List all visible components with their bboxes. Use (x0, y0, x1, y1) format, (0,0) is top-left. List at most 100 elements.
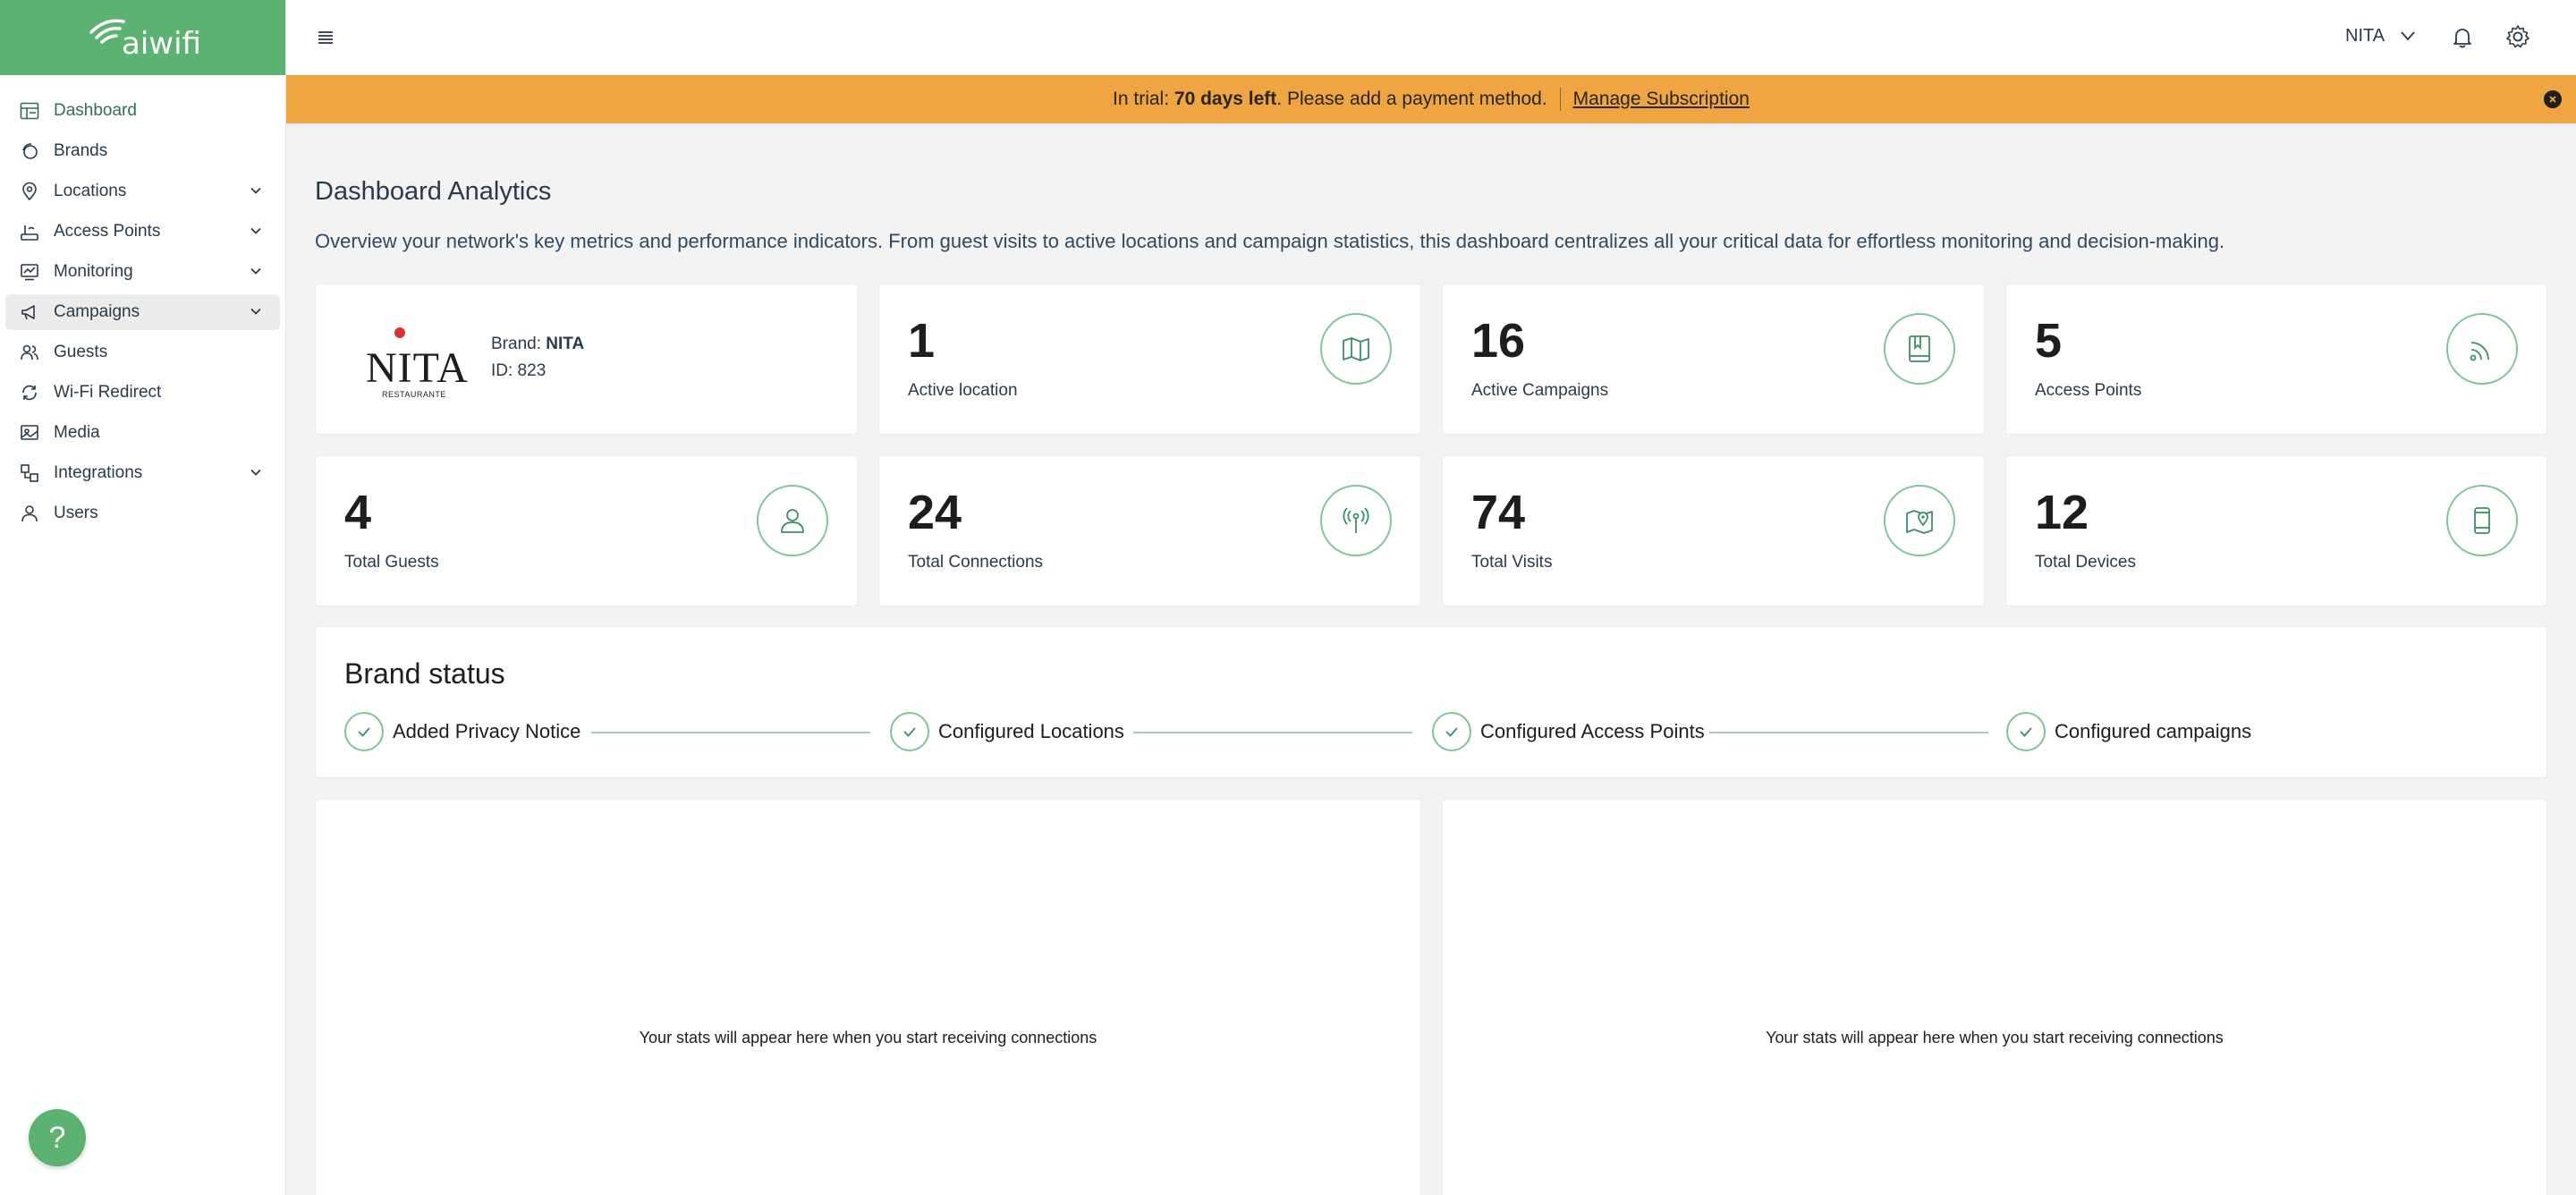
redirect-icon (18, 381, 41, 404)
sidebar-item-label: Guests (54, 343, 108, 361)
stat-value: 5 (2035, 314, 2063, 368)
wifi-signal-icon (2446, 313, 2518, 385)
sidebar-item-locations[interactable]: Locations (5, 174, 280, 209)
sidebar-item-brands[interactable]: Brands (5, 133, 280, 169)
sidebar-item-campaigns[interactable]: Campaigns (5, 294, 280, 330)
sidebar-nav: Dashboard Brands Locations Access Points (0, 75, 285, 531)
logo-text: aiwifi (122, 26, 201, 62)
chevron-down-icon[interactable] (2399, 27, 2417, 49)
banner-suffix: . Please add a payment method. (1276, 89, 1547, 109)
sidebar-item-monitoring[interactable]: Monitoring (5, 254, 280, 290)
location-pin-icon (18, 180, 41, 203)
help-button[interactable]: ? (29, 1109, 86, 1166)
stat-label: Total Visits (1471, 553, 1553, 572)
chevron-down-icon[interactable] (250, 225, 262, 242)
sidebar-item-label: Campaigns (54, 302, 140, 321)
stat-card-active-location[interactable]: 1 Active location (878, 284, 1421, 435)
guest-icon (757, 485, 828, 556)
manage-subscription-link[interactable]: Manage Subscription (1573, 89, 1750, 110)
menu-icon[interactable] (315, 27, 336, 48)
stat-card-total-guests[interactable]: 4 Total Guests (315, 455, 858, 606)
logo[interactable]: aiwifi (0, 0, 285, 75)
page-description: Overview your network's key metrics and … (315, 230, 2225, 252)
stat-label: Access Points (2035, 381, 2142, 400)
sidebar-item-label: Users (54, 504, 98, 522)
chevron-down-icon[interactable] (250, 184, 262, 201)
stat-label: Total Devices (2035, 553, 2136, 572)
stat-value: 24 (908, 486, 962, 539)
check-icon (2006, 712, 2046, 751)
sidebar-item-wifi-redirect[interactable]: Wi-Fi Redirect (5, 375, 280, 411)
check-icon (890, 712, 929, 751)
brand-id: ID: 823 (491, 361, 547, 380)
map-icon (1320, 313, 1392, 385)
stat-card-total-visits[interactable]: 74 Total Visits (1442, 455, 1985, 606)
sidebar-item-label: Wi-Fi Redirect (54, 383, 162, 402)
status-step-access-points: Configured Access Points (1432, 712, 1705, 751)
bell-icon[interactable] (2449, 23, 2476, 55)
sidebar-item-label: Access Points (54, 222, 161, 241)
sidebar-item-label: Integrations (54, 463, 143, 482)
status-step-label: Configured Locations (938, 720, 1124, 742)
status-connector (591, 732, 870, 733)
banner-prefix: In trial: (1113, 89, 1174, 109)
sidebar-item-access-points[interactable]: Access Points (5, 214, 280, 250)
status-step-campaigns: Configured campaigns (2006, 712, 2251, 751)
gear-icon[interactable] (2504, 23, 2531, 55)
sidebar-item-users[interactable]: Users (5, 496, 280, 531)
stat-card-total-connections[interactable]: 24 Total Connections (878, 455, 1421, 606)
status-step-locations: Configured Locations (890, 712, 1124, 751)
stat-card-total-devices[interactable]: 12 Total Devices (2005, 455, 2547, 606)
phone-icon (2446, 485, 2518, 556)
dashboard-icon (18, 99, 41, 123)
user-icon (18, 502, 41, 525)
close-icon[interactable] (2544, 90, 2562, 108)
sidebar-item-integrations[interactable]: Integrations (5, 455, 280, 491)
stat-label: Active Campaigns (1471, 381, 1609, 400)
stat-card-active-campaigns[interactable]: 16 Active Campaigns (1442, 284, 1985, 435)
stat-value: 12 (2035, 486, 2089, 539)
stat-label: Total Guests (344, 553, 439, 572)
monitoring-icon (18, 260, 41, 284)
chevron-down-icon[interactable] (250, 305, 262, 322)
page-title: Dashboard Analytics (315, 177, 552, 206)
status-step-label: Configured campaigns (2055, 720, 2252, 742)
status-step-label: Configured Access Points (1480, 720, 1705, 742)
chevron-down-icon[interactable] (250, 265, 262, 282)
check-icon (1432, 712, 1471, 751)
stat-label: Total Connections (908, 553, 1044, 572)
stat-value: 16 (1471, 314, 1526, 368)
chevron-down-icon[interactable] (250, 466, 262, 483)
antenna-icon (1320, 485, 1392, 556)
stat-value: 74 (1471, 486, 1526, 539)
status-connector (1133, 732, 1412, 733)
user-menu-name[interactable]: NITA (2345, 26, 2385, 47)
topbar: NITA (286, 0, 2576, 75)
sidebar-item-label: Monitoring (54, 262, 133, 281)
brand-name: Brand: NITA (491, 335, 585, 353)
empty-state-message: Your stats will appear here when you sta… (639, 1029, 1097, 1047)
stats-panel-left: Your stats will appear here when you sta… (315, 799, 1421, 1195)
sidebar-item-label: Dashboard (54, 101, 137, 120)
sidebar-item-label: Media (54, 423, 100, 442)
brand-status-title: Brand status (344, 657, 505, 690)
brand-card: NITA RESTAURANTE Brand: NITA ID: 823 (315, 284, 858, 435)
brand-logo: NITA RESTAURANTE (366, 324, 468, 399)
brand-status-card: Brand status Added Privacy Notice Config… (315, 626, 2547, 778)
sidebar-item-guests[interactable]: Guests (5, 335, 280, 370)
stat-card-access-points[interactable]: 5 Access Points (2005, 284, 2547, 435)
sidebar: aiwifi Dashboard Brands Locations Access… (0, 0, 286, 1195)
stat-label: Active location (908, 381, 1018, 400)
router-icon (18, 220, 41, 243)
map-pin-icon (1884, 485, 1955, 556)
sidebar-item-label: Locations (54, 182, 127, 200)
stat-value: 1 (908, 314, 936, 368)
media-icon (18, 421, 41, 445)
stat-value: 4 (344, 486, 372, 539)
status-step-label: Added Privacy Notice (393, 720, 581, 742)
sidebar-item-dashboard[interactable]: Dashboard (5, 93, 280, 129)
status-step-privacy-notice: Added Privacy Notice (344, 712, 580, 751)
stats-panel-right: Your stats will appear here when you sta… (1442, 799, 2547, 1195)
brand-logo-sub: RESTAURANTE (382, 390, 446, 399)
sidebar-item-media[interactable]: Media (5, 415, 280, 451)
